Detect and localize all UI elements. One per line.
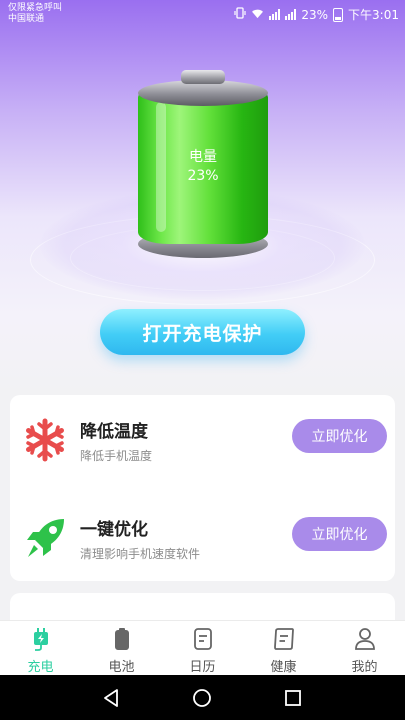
signal-icon-1: [269, 9, 281, 20]
carrier-line-2: 中国联通: [8, 14, 45, 24]
battery-illustration: 电量 23%: [138, 70, 268, 260]
battery-label: 电量: [189, 149, 217, 165]
battery-status-icon: [333, 7, 344, 22]
battery-percent: 23%: [187, 168, 219, 184]
clock: 下午3:01: [348, 8, 399, 22]
tab-label: 健康: [270, 660, 297, 675]
battery-icon: [110, 627, 134, 651]
vibrate-icon: [234, 7, 246, 22]
tab-label: 电池: [108, 660, 135, 675]
home-icon[interactable]: [191, 687, 213, 709]
tab-label: 充电: [27, 660, 54, 675]
system-nav-bar: [0, 675, 405, 720]
feature-subtitle: 降低手机温度: [80, 449, 153, 463]
carrier-info: 仅限紧急呼叫 中国联通: [8, 3, 62, 25]
battery-readout: 电量 23%: [138, 148, 268, 186]
signal-icon-2: [285, 9, 297, 20]
feature-row-cooldown[interactable]: 降低温度 降低手机温度 立即优化: [10, 405, 395, 475]
optimize-now-button[interactable]: 立即优化: [292, 517, 387, 551]
optimize-now-button[interactable]: 立即优化: [292, 419, 387, 453]
snowflake-icon: [20, 415, 70, 465]
optimize-card: 降低温度 降低手机温度 立即优化 一键优化 清理影响手机速度软件 立即优化: [10, 395, 395, 581]
feature-title: 一键优化: [80, 520, 148, 540]
rocket-icon: [20, 513, 70, 563]
tab-label: 日历: [189, 660, 216, 675]
tab-charge[interactable]: 充电: [0, 621, 81, 675]
wifi-icon: [251, 8, 264, 22]
battery-percent-text: 23%: [301, 7, 329, 22]
calendar-icon: [191, 627, 215, 651]
battery-terminal: [181, 70, 225, 84]
feature-title: 降低温度: [80, 422, 148, 442]
tab-calendar[interactable]: 日历: [162, 621, 243, 675]
status-icons: 23% 下午3:01: [234, 6, 399, 23]
recents-icon[interactable]: [282, 687, 304, 709]
charge-protect-button[interactable]: 打开充电保护: [100, 309, 305, 355]
charge-plug-icon: [29, 627, 53, 651]
tab-health[interactable]: 健康: [243, 621, 324, 675]
carrier-line-1: 仅限紧急呼叫: [8, 3, 63, 13]
bottom-tab-bar: 充电 电池 日历 健康 我的: [0, 620, 405, 675]
tab-mine[interactable]: 我的: [324, 621, 405, 675]
user-icon: [353, 627, 377, 651]
status-bar: 仅限紧急呼叫 中国联通 23% 下午3:01: [0, 0, 405, 28]
back-icon[interactable]: [100, 687, 122, 709]
tab-label: 我的: [351, 660, 378, 675]
tab-battery[interactable]: 电池: [81, 621, 162, 675]
feature-subtitle: 清理影响手机速度软件: [80, 547, 201, 561]
feature-row-boost[interactable]: 一键优化 清理影响手机速度软件 立即优化: [10, 503, 395, 573]
health-note-icon: [272, 627, 296, 651]
